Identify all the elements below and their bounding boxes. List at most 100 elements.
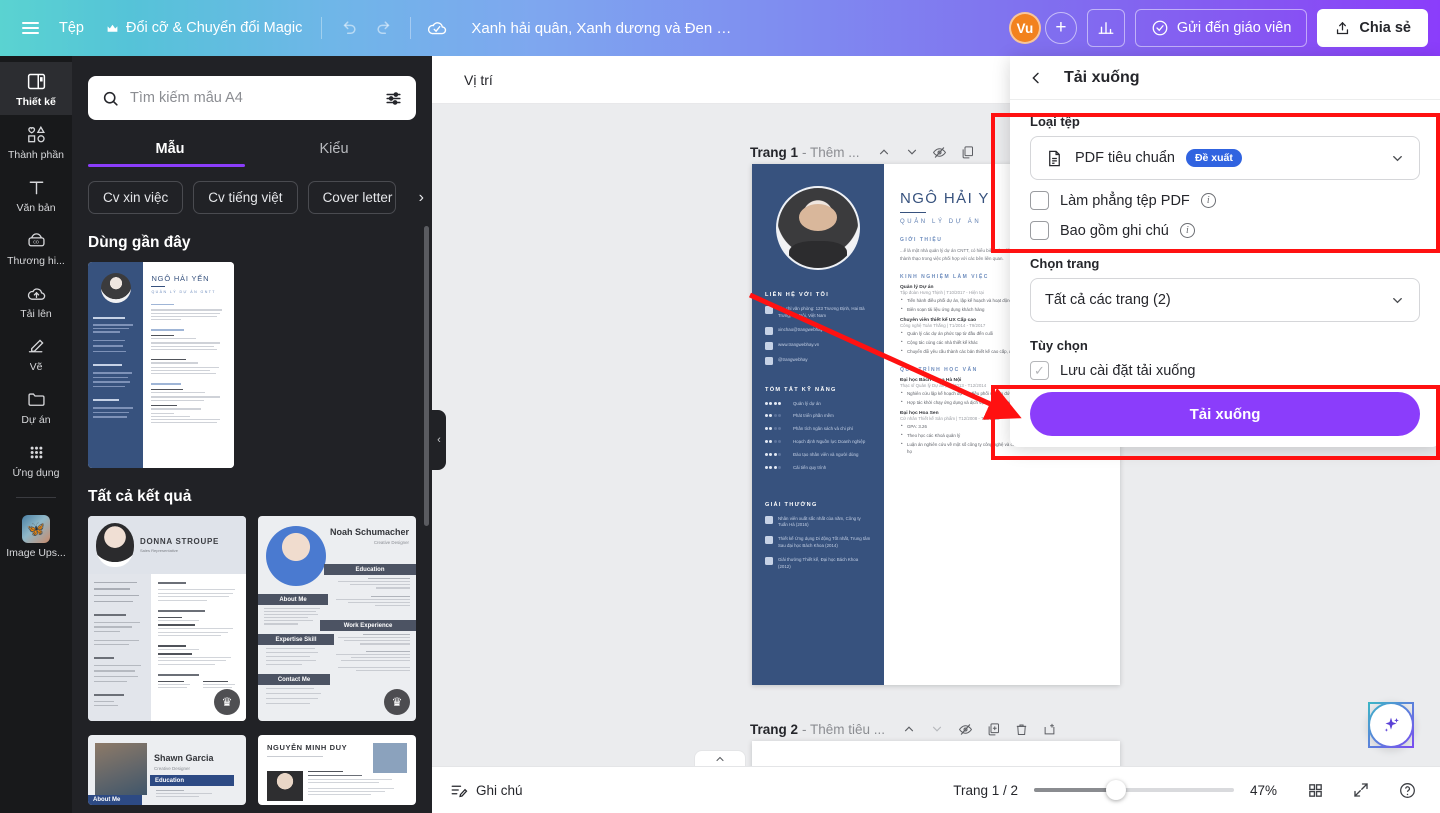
- expand-panel-tab[interactable]: [694, 750, 746, 766]
- download-button[interactable]: Tải xuống: [1030, 392, 1420, 436]
- resume-award-text: Giải thưởng Thiết kế, Đại học Bách Khoa …: [778, 556, 859, 569]
- filetype-select[interactable]: PDF tiêu chuẩn Đề xuất: [1030, 136, 1420, 180]
- download-panel-body: Loại tệp PDF tiêu chuẩn Đề xuất Làm phẳn…: [1010, 100, 1440, 380]
- brand-kit-icon: co: [27, 233, 45, 247]
- help-button[interactable]: [1392, 775, 1422, 805]
- zoom-slider-knob[interactable]: [1106, 780, 1126, 800]
- award-icon: [765, 556, 773, 565]
- grid-view-button[interactable]: [1300, 775, 1330, 805]
- info-icon[interactable]: i: [1179, 223, 1195, 238]
- sidebar-item-label: Ứng dụng: [12, 467, 60, 480]
- page-2-move-up-button[interactable]: [895, 715, 923, 743]
- list-item[interactable]: NGUYỄN MINH DUY: [258, 735, 416, 805]
- page-1-move-up-button[interactable]: [870, 138, 898, 166]
- chevron-down-icon: [907, 149, 916, 155]
- include-notes-checkbox[interactable]: [1030, 221, 1049, 240]
- list-item[interactable]: NGÔ HẢI YẾN QUẢN LÝ DỰ ÁN GNTT: [88, 262, 234, 468]
- page-1-hide-button[interactable]: [926, 138, 954, 166]
- search-box[interactable]: [88, 76, 416, 120]
- notes-button[interactable]: Ghi chú: [450, 781, 523, 799]
- filter-sliders-icon[interactable]: [384, 89, 403, 108]
- panel-collapse-handle[interactable]: ‹: [432, 410, 446, 470]
- magic-resize-button[interactable]: Đổi cỡ & Chuyển đổi Magic: [95, 10, 313, 46]
- sidebar-item-image-upscaler[interactable]: 🦋 Image Ups...: [0, 506, 72, 566]
- tab-templates[interactable]: Mẫu: [88, 134, 252, 167]
- sidebar-item-text[interactable]: Văn bản: [0, 168, 72, 221]
- redo-button[interactable]: [366, 10, 402, 46]
- page-2-duplicate-button[interactable]: [979, 715, 1007, 743]
- send-to-teacher-button[interactable]: Gửi đến giáo viên: [1134, 9, 1308, 47]
- sidebar-item-projects[interactable]: Dự án: [0, 380, 72, 433]
- page-2-move-down-button[interactable]: [923, 715, 951, 743]
- bottom-status-bar: Ghi chú Trang 1 / 2 47%: [432, 766, 1440, 813]
- list-item[interactable]: Shawn Garcia Creative Designer Education…: [88, 735, 246, 805]
- avatar[interactable]: Vu: [1008, 12, 1041, 44]
- check-circle-icon: [1152, 20, 1168, 36]
- chip-cv-xin-viec[interactable]: Cv xin việc: [88, 181, 184, 214]
- sidebar-item-label: Dự án: [21, 414, 51, 427]
- sidebar-item-design[interactable]: Thiết kế: [0, 62, 72, 116]
- resume-contact-text: Địa chỉ văn phòng: 123 Trương Định, Hai …: [778, 306, 865, 318]
- download-panel-header: Tải xuống: [1010, 56, 1440, 100]
- notes-label: Ghi chú: [476, 782, 523, 798]
- options-label: Tùy chọn: [1030, 338, 1088, 353]
- sidebar-item-brand[interactable]: co Thương hi...: [0, 221, 72, 274]
- cloud-saved-button[interactable]: [419, 10, 455, 46]
- redo-icon: [377, 20, 390, 34]
- zoom-slider[interactable]: [1034, 780, 1234, 800]
- fullscreen-button[interactable]: [1346, 775, 1376, 805]
- resume-page-2[interactable]: [752, 741, 1120, 766]
- sidebar-item-uploads[interactable]: Tải lên: [0, 274, 72, 327]
- resume-name-rule: [900, 212, 926, 214]
- chip-cover-letter[interactable]: Cover letter: [307, 181, 396, 214]
- page-1-subtitle[interactable]: - Thêm ...: [802, 145, 860, 160]
- page-1-duplicate-button[interactable]: [954, 138, 982, 166]
- magic-studio-button[interactable]: [1368, 702, 1414, 748]
- sidebar-item-apps[interactable]: Ứng dụng: [0, 433, 72, 486]
- sidebar-item-label: Thương hi...: [7, 255, 65, 268]
- file-menu-button[interactable]: Tệp: [48, 10, 95, 46]
- panel-tabs: Mẫu Kiểu: [72, 134, 432, 167]
- undo-button[interactable]: [330, 10, 366, 46]
- download-back-button[interactable]: [1028, 70, 1050, 86]
- list-item[interactable]: Noah Schumacher Creative Designer Educati…: [258, 516, 416, 721]
- document-title[interactable]: Xanh hải quân, Xanh dương và Đen Chuyên …: [455, 20, 748, 37]
- page-2-delete-button[interactable]: [1007, 715, 1035, 743]
- info-icon[interactable]: i: [1200, 193, 1216, 208]
- chip-cv-tieng-viet[interactable]: Cv tiếng việt: [193, 181, 298, 214]
- pages-select[interactable]: Tất cả các trang (2): [1030, 278, 1420, 322]
- resume-skill-label: Quản lý dự án: [793, 400, 821, 406]
- page-indicator: Trang 1 / 2: [953, 782, 1018, 798]
- hamburger-menu-button[interactable]: [12, 10, 48, 46]
- include-notes-label: Bao gồm ghi chú: [1060, 222, 1169, 239]
- results-grid: DONNA STROUPE Sales Representative ♛ Noah…: [72, 516, 432, 805]
- position-button[interactable]: Vị trí: [454, 66, 503, 94]
- page-2-hide-button[interactable]: [951, 715, 979, 743]
- crown-icon: [107, 24, 118, 32]
- sidebar-item-draw[interactable]: Vẽ: [0, 327, 72, 380]
- insights-button[interactable]: [1086, 9, 1125, 47]
- recent-section-title: Dùng gần đây: [88, 234, 191, 251]
- share-button[interactable]: Chia sẻ: [1317, 9, 1428, 47]
- panel-scrollbar[interactable]: [424, 226, 429, 526]
- save-settings-checkbox[interactable]: [1030, 361, 1049, 380]
- resume-skill-label: Phát triển phần mềm: [793, 413, 834, 419]
- page-2-add-button[interactable]: [1035, 715, 1063, 743]
- page-2-header: Trang 2 - Thêm tiêu ...: [750, 715, 1063, 743]
- resume-award-text: Nhân viên xuất sắc nhất của năm, Công ty…: [778, 515, 861, 528]
- resume-skill-label: Đào tạo nhân viên và người dùng: [793, 451, 859, 457]
- flatten-pdf-checkbox[interactable]: [1030, 191, 1049, 210]
- text-t-icon: [29, 181, 43, 195]
- resume-contact-text: www.trangwebhay.vn: [778, 341, 820, 347]
- left-tool-rail: Thiết kế Thành phần Văn bản co Thương hi…: [0, 56, 72, 813]
- page-2-subtitle[interactable]: - Thêm tiêu ...: [802, 722, 885, 737]
- list-item[interactable]: DONNA STROUPE Sales Representative ♛: [88, 516, 246, 721]
- page-1-move-down-button[interactable]: [898, 138, 926, 166]
- resume-skills-heading: TÓM TẮT KỸ NĂNG: [765, 386, 837, 393]
- add-collaborator-button[interactable]: +: [1044, 12, 1077, 44]
- search-input[interactable]: [130, 90, 374, 106]
- tab-styles[interactable]: Kiểu: [252, 134, 416, 167]
- sidebar-item-elements[interactable]: Thành phần: [0, 115, 72, 168]
- sidebar-item-label: Vẽ: [29, 361, 43, 374]
- chevron-right-icon[interactable]: ›: [419, 189, 424, 207]
